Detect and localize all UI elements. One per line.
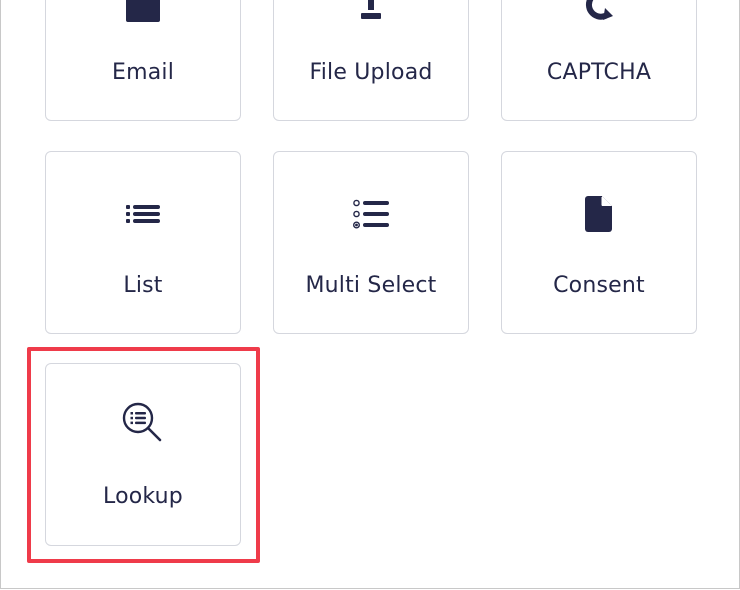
field-tile-label: List bbox=[123, 273, 163, 298]
refresh-icon bbox=[502, 0, 696, 31]
field-picker: Email File Upload CAPTCHA List Multi Sel… bbox=[0, 0, 740, 589]
envelope-icon bbox=[46, 0, 240, 31]
list-icon bbox=[46, 194, 240, 234]
field-tile-label: Multi Select bbox=[305, 273, 437, 298]
multi-select-list-icon bbox=[274, 194, 468, 234]
field-tile-label: Email bbox=[111, 60, 175, 85]
upload-icon bbox=[274, 0, 468, 31]
field-tile-label: File Upload bbox=[309, 60, 433, 85]
field-tile-file-upload[interactable]: File Upload bbox=[273, 0, 469, 121]
field-tile-multi-select[interactable]: Multi Select bbox=[273, 151, 469, 334]
document-icon bbox=[502, 194, 696, 234]
field-tile-list[interactable]: List bbox=[45, 151, 241, 334]
field-tile-captcha[interactable]: CAPTCHA bbox=[501, 0, 697, 121]
field-tile-label: Consent bbox=[553, 273, 645, 298]
field-tile-label: CAPTCHA bbox=[546, 60, 652, 85]
field-tile-email[interactable]: Email bbox=[45, 0, 241, 121]
lookup-highlight-box bbox=[27, 347, 260, 563]
field-tile-consent[interactable]: Consent bbox=[501, 151, 697, 334]
